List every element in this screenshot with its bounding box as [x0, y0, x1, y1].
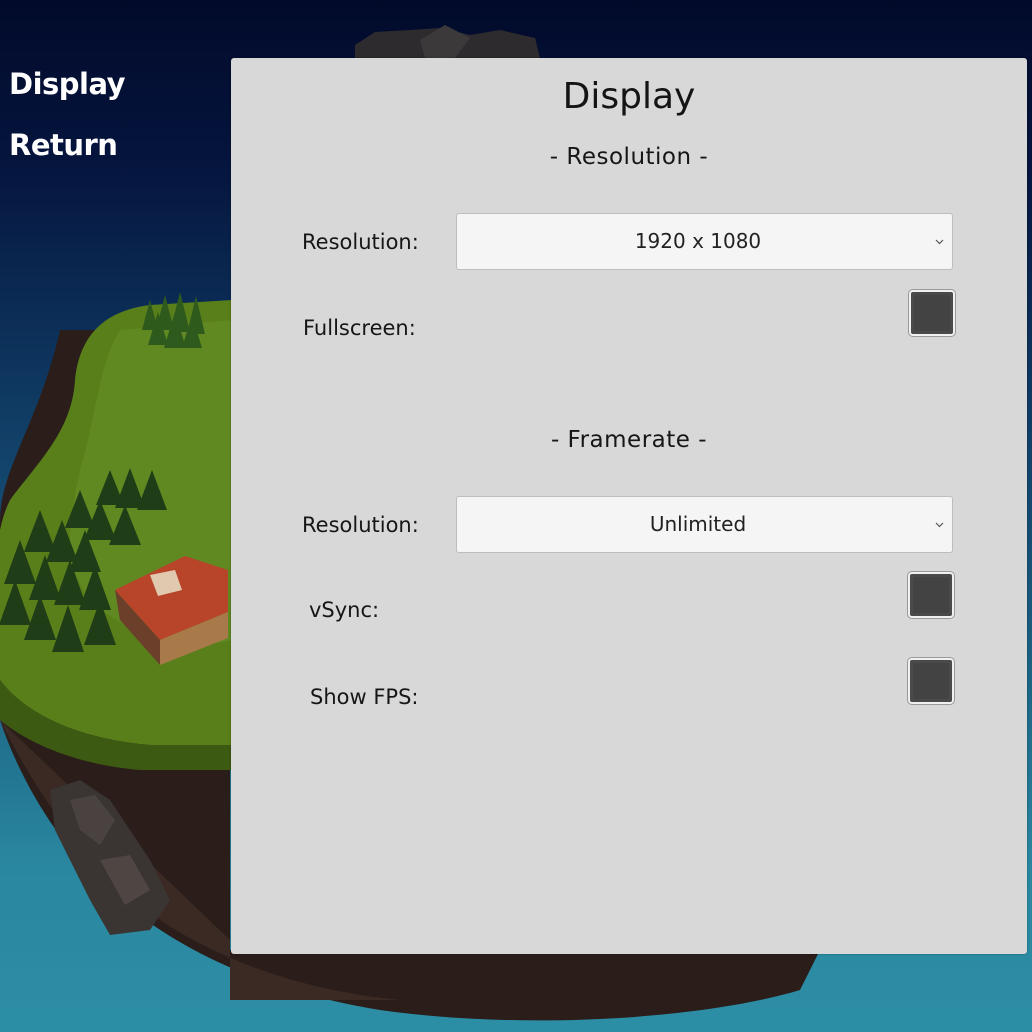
panel-title: Display [562, 76, 696, 117]
fullscreen-label: Fullscreen: [303, 316, 416, 340]
chevron-down-icon [935, 522, 944, 528]
side-menu: Display Return [9, 62, 126, 184]
menu-item-return[interactable]: Return [9, 123, 125, 184]
framerate-label: Resolution: [302, 513, 419, 537]
resolution-section-header: - Resolution - [549, 144, 709, 170]
vsync-toggle-fill [913, 577, 949, 613]
chevron-down-icon [935, 239, 944, 245]
show-fps-toggle[interactable] [908, 658, 954, 704]
framerate-section-header: - Framerate - [550, 427, 708, 453]
menu-item-display[interactable]: Display [9, 62, 126, 123]
resolution-label: Resolution: [302, 230, 419, 254]
resolution-dropdown-value: 1920 x 1080 [634, 229, 762, 253]
framerate-dropdown-value: Unlimited [649, 512, 747, 536]
show-fps-toggle-fill [913, 663, 949, 699]
show-fps-label: Show FPS: [310, 685, 419, 709]
fullscreen-toggle-fill [914, 295, 950, 331]
display-settings-panel: Display - Resolution - Resolution: 1920 … [231, 58, 1027, 954]
vsync-toggle[interactable] [908, 572, 954, 618]
fullscreen-toggle[interactable] [909, 290, 955, 336]
framerate-dropdown[interactable]: Unlimited [456, 496, 953, 553]
vsync-label: vSync: [309, 598, 380, 622]
resolution-dropdown[interactable]: 1920 x 1080 [456, 213, 953, 270]
